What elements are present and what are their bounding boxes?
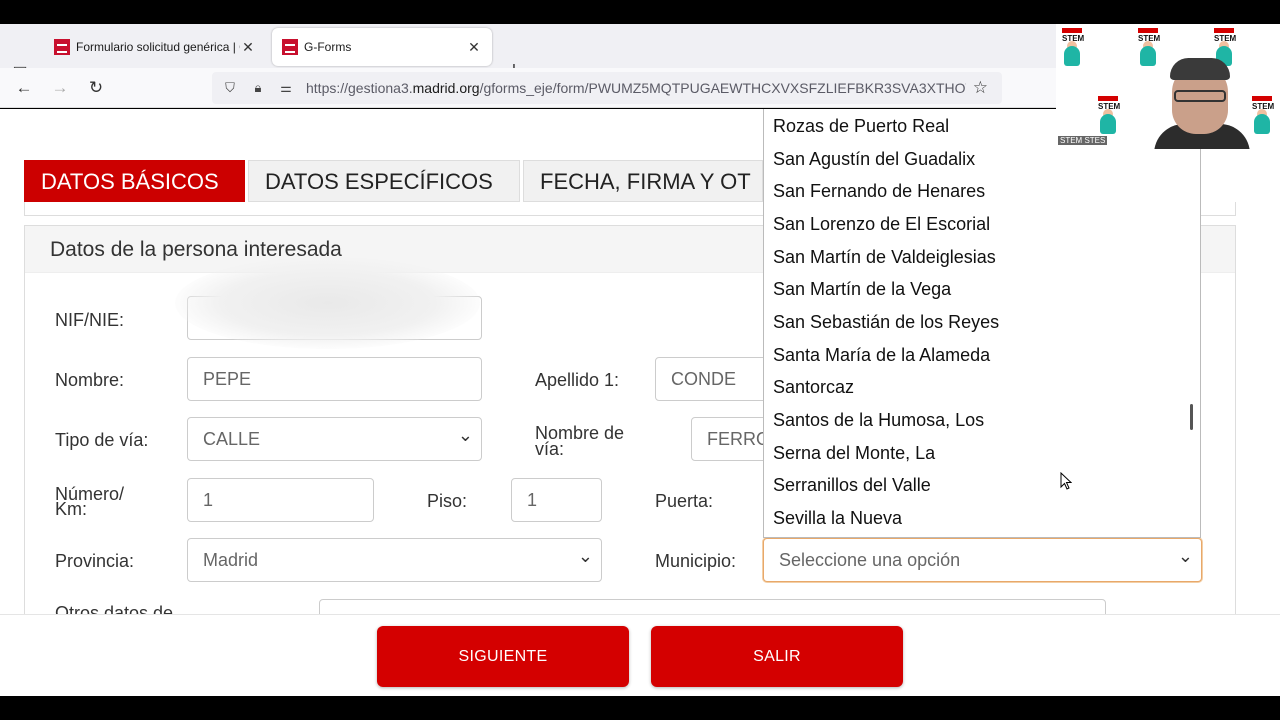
- webcam-overlay: STEM STEM STEM STEM STEM STEM STES: [1056, 24, 1280, 149]
- dropdown-scrollbar[interactable]: [1190, 404, 1193, 430]
- dropdown-option[interactable]: Rozas de Puerto Real: [773, 116, 949, 137]
- stem-logo: STEM: [1096, 92, 1126, 138]
- tab-datos-especificos[interactable]: DATOS ESPECÍFICOS: [248, 160, 520, 202]
- bookmark-star-icon[interactable]: ☆: [973, 78, 988, 98]
- dropdown-option[interactable]: San Martín de Valdeiglesias: [773, 247, 996, 268]
- provincia-label: Provincia:: [55, 551, 135, 571]
- browser-tab-gforms[interactable]: G-Forms ✕: [272, 28, 492, 66]
- shield-icon[interactable]: ⛉: [220, 80, 240, 96]
- numero-input[interactable]: 1: [187, 478, 374, 522]
- url-bar[interactable]: ⛉ 🔒︎ ⚌ https://gestiona3.madrid.org/gfor…: [212, 72, 1002, 104]
- tab-title: G-Forms: [304, 40, 352, 54]
- dropdown-option[interactable]: San Fernando de Henares: [773, 181, 985, 202]
- redacted-blur: [175, 257, 480, 349]
- dropdown-option[interactable]: Serranillos del Valle: [773, 475, 931, 496]
- dropdown-option[interactable]: San Sebastián de los Reyes: [773, 312, 999, 333]
- nombre-label: Nombre:: [55, 370, 125, 390]
- dropdown-option[interactable]: Santa María de la Alameda: [773, 345, 990, 366]
- madrid-favicon-icon: [282, 39, 298, 55]
- puerta-label: Puerta:: [655, 491, 714, 511]
- back-arrow-icon[interactable]: ←: [14, 78, 34, 98]
- bottom-action-bar: SIGUIENTE SALIR: [0, 614, 1280, 696]
- close-icon[interactable]: ✕: [466, 39, 482, 56]
- next-button[interactable]: SIGUIENTE: [377, 626, 629, 687]
- madrid-favicon-icon: [54, 39, 70, 55]
- dropdown-option[interactable]: Sevilla la Nueva: [773, 508, 902, 529]
- browser-tab-formulario[interactable]: Formulario solicitud genérica | C ✕: [44, 28, 266, 66]
- dropdown-option[interactable]: San Agustín del Guadalix: [773, 149, 975, 170]
- numero-label-line2: Km:: [55, 499, 88, 519]
- tab-title: Formulario solicitud genérica | C: [76, 40, 240, 54]
- dropdown-option[interactable]: Serna del Monte, La: [773, 443, 935, 464]
- dropdown-option[interactable]: San Martín de la Vega: [773, 279, 951, 300]
- site-permissions-icon[interactable]: ⚌: [276, 80, 296, 96]
- provincia-select[interactable]: Madrid: [187, 538, 602, 582]
- lock-icon[interactable]: 🔒︎: [248, 80, 268, 96]
- apellido1-input[interactable]: CONDE: [655, 357, 775, 401]
- tab-datos-basicos[interactable]: DATOS BÁSICOS: [24, 160, 245, 202]
- dropdown-option[interactable]: Santos de la Humosa, Los: [773, 410, 984, 431]
- mouse-pointer-icon: [1060, 472, 1072, 490]
- tipo-via-select[interactable]: CALLE: [187, 417, 482, 461]
- nombre-via-label-line2: vía:: [535, 439, 565, 459]
- municipio-select[interactable]: Seleccione una opción: [763, 538, 1202, 582]
- otros-datos-label: Otros datos de: [55, 603, 174, 614]
- municipio-label: Municipio:: [655, 551, 737, 571]
- nombre-input[interactable]: PEPE: [187, 357, 482, 401]
- tipo-via-label: Tipo de vía:: [55, 430, 149, 450]
- piso-label: Piso:: [427, 491, 468, 511]
- apellido1-label: Apellido 1:: [535, 370, 620, 390]
- exit-button[interactable]: SALIR: [651, 626, 903, 687]
- webcam-label: STEM STES: [1058, 136, 1108, 145]
- forward-arrow-icon[interactable]: →: [50, 78, 70, 98]
- url-text[interactable]: https://gestiona3.madrid.org/gforms_eje/…: [306, 80, 966, 96]
- presenter-video: [1154, 54, 1250, 149]
- nif-label: NIF/NIE:: [55, 310, 125, 330]
- screen: ▭ Formulario solicitud genérica | C ✕ G-…: [0, 0, 1280, 720]
- dropdown-option[interactable]: Santorcaz: [773, 377, 854, 398]
- dropdown-option[interactable]: San Lorenzo de El Escorial: [773, 214, 990, 235]
- municipio-dropdown-list[interactable]: Rozas de Puerto Real San Agustín del Gua…: [763, 109, 1201, 538]
- tab-fecha-firma[interactable]: FECHA, FIRMA Y OT: [523, 160, 763, 202]
- close-icon[interactable]: ✕: [240, 39, 256, 56]
- stem-logo: STEM: [1250, 92, 1280, 138]
- reload-icon[interactable]: ↻: [86, 78, 106, 98]
- otros-datos-input[interactable]: [319, 599, 1106, 614]
- piso-input[interactable]: 1: [511, 478, 602, 522]
- stem-logo: STEM: [1060, 24, 1090, 70]
